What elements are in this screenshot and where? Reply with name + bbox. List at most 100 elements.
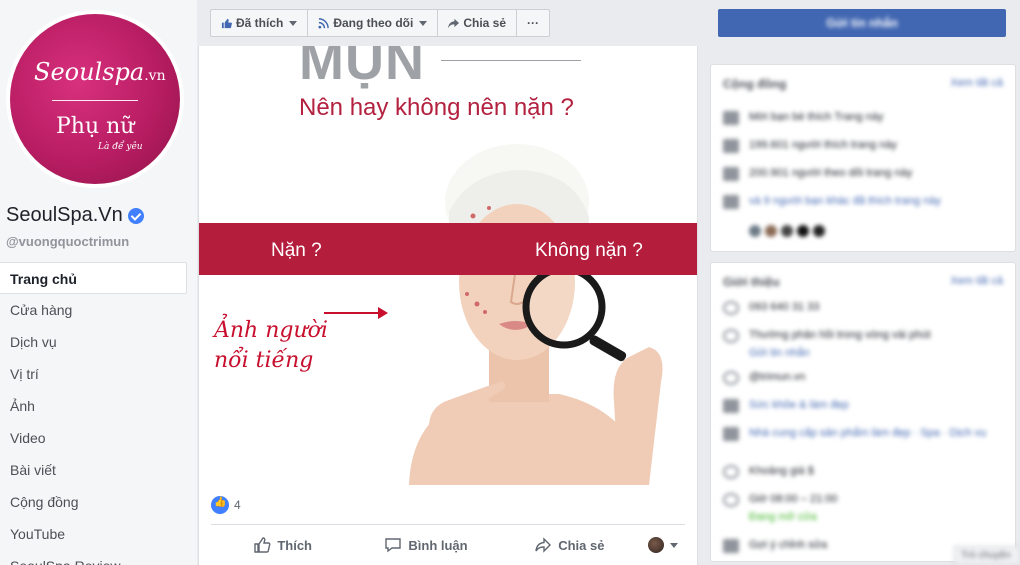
about-price-row: Khoảng giá $ [723,465,1007,479]
image-choice-right: Không nặn ? [535,240,643,261]
avatar [797,225,809,237]
logo-divider [52,100,138,101]
share-label: Chia sẻ [558,537,605,553]
thumbs-up-outline-icon [254,537,271,553]
avatar [749,225,761,237]
nav-item-review[interactable]: SeoulSpa Review [0,550,187,565]
follow-icon [723,167,739,181]
share-button[interactable]: Chia sẻ [498,530,641,560]
share-page-label: Chia sẻ [463,16,507,30]
community-row: 199.601 người thích trang này [723,139,1007,153]
share-arrow-icon [535,537,552,553]
nav-item-community[interactable]: Cộng đồng [0,486,187,518]
community-row[interactable]: Mời bạn bè thích Trang này [723,111,1007,125]
chevron-down-icon [669,542,678,548]
chat-tab[interactable]: Trò chuyện [954,546,1020,565]
thumbs-up-icon [723,139,739,153]
comment-button[interactable]: Bình luận [354,530,497,560]
post-image[interactable]: MỤN Nên hay không nên nặn ? Nặn ? Không … [199,46,697,485]
avatar [765,225,777,237]
community-row[interactable]: và 9 người bạn khác đã thích trang này [723,195,1007,209]
community-row: 200.901 người theo dõi trang này [723,167,1007,181]
nav-item-video[interactable]: Video [0,422,187,454]
image-caption-line2: nổi tiếng [214,348,314,373]
page-action-bar: Đã thích Đang theo dõi Chia sẻ ··· [210,9,551,37]
more-options-button[interactable]: ··· [517,10,549,36]
avatar [647,537,664,553]
community-card: Cộng đồng Xem tất cả Mời bạn bè thích Tr… [710,64,1016,252]
post-divider [211,524,685,525]
chevron-down-icon [419,20,428,26]
image-caption-line1: Ảnh người [214,318,328,343]
about-response-row: Thường phản hồi trong vòng vài phút [723,329,1007,343]
community-see-all-link[interactable]: Xem tất cả [950,77,1003,89]
image-decor-line [441,60,581,61]
message-icon [723,329,739,343]
phone-icon [723,301,739,315]
friends-avatars[interactable] [723,225,1007,237]
clock-icon [723,493,739,507]
nav-item-youtube[interactable]: YouTube [0,518,187,550]
following-button[interactable]: Đang theo dõi [308,10,439,36]
nav-item-shop[interactable]: Cửa hàng [0,294,187,326]
rss-icon [318,17,330,29]
post-card: MỤN Nên hay không nên nặn ? Nặn ? Không … [198,46,698,565]
post-as-selector[interactable] [641,530,685,560]
friends-icon [723,195,739,209]
nav-item-home[interactable]: Trang chủ [0,262,187,294]
about-phone-row[interactable]: 093 640 31 33 [723,301,1007,315]
about-see-all-link[interactable]: Xem tất cả [950,275,1003,287]
about-card: Giới thiệu Xem tất cả 093 640 31 33 Thườ… [710,262,1016,562]
share-page-button[interactable]: Chia sẻ [438,10,518,36]
messenger-icon [723,371,739,385]
image-choice-left: Nặn ? [271,240,322,261]
comment-label: Bình luận [408,537,468,553]
image-arrow-icon [324,307,388,319]
comment-bubble-icon [385,538,402,553]
nav-item-services[interactable]: Dịch vụ [0,326,187,358]
like-button[interactable]: Thích [211,530,354,560]
about-type-row[interactable]: Nhà cung cấp sản phẩm làm đẹp · Spa · Dị… [723,427,1007,441]
about-category-row[interactable]: Sức khỏe & làm đẹp [723,399,1007,413]
woman-illustration [409,144,663,485]
about-messenger-row[interactable]: @trimun.vn [723,371,1007,385]
more-dots-icon: ··· [527,16,540,30]
reaction-count: 4 [234,498,241,512]
image-big-word: MỤN [299,46,425,91]
nav-item-photos[interactable]: Ảnh [0,390,187,422]
page-title[interactable]: SeoulSpa.Vn [6,204,144,227]
page-handle[interactable]: @vuongquoctrimun [6,234,129,249]
like-reaction-icon [211,496,229,514]
left-column: Seoulspa.vn Phụ nữ Là để yêu SeoulSpa.Vn… [0,0,197,565]
send-message-label: Gửi tin nhắn [826,16,898,30]
about-open-status: Đang mở cửa [749,511,817,523]
avatar [781,225,793,237]
utensils-icon [723,399,739,413]
profile-picture[interactable]: Seoulspa.vn Phụ nữ Là để yêu [10,14,180,184]
nav-item-location[interactable]: Vị trí [0,358,187,390]
about-message-link[interactable]: Gửi tin nhắn [723,347,1007,359]
logo-subtagline: Là để yêu [98,142,143,152]
post-actions: Thích Bình luận Chia sẻ [211,530,685,560]
about-hours-row[interactable]: Giờ 08:00 – 21:00 [723,493,1007,507]
share-arrow-icon [448,18,460,28]
verified-badge-icon [127,207,144,224]
nav-item-posts[interactable]: Bài viết [0,454,187,486]
logo-wordmark: Seoulspa.vn [34,58,166,86]
image-headline: Nên hay không nên nặn ? [299,94,574,121]
thumbs-up-icon [221,18,232,28]
liked-label: Đã thích [236,16,284,30]
folder-icon [723,427,739,441]
like-label: Thích [277,537,312,553]
pencil-icon [723,539,739,553]
liked-button[interactable]: Đã thích [211,10,309,36]
following-label: Đang theo dõi [333,16,414,30]
dollar-icon [723,465,739,479]
invite-icon [723,111,739,125]
chevron-down-icon [289,20,298,26]
reaction-summary[interactable]: 4 [211,496,241,514]
avatar [813,225,825,237]
send-message-button[interactable]: Gửi tin nhắn [718,9,1006,37]
about-title: Giới thiệu [723,275,780,289]
page-name-text: SeoulSpa.Vn [6,204,123,226]
